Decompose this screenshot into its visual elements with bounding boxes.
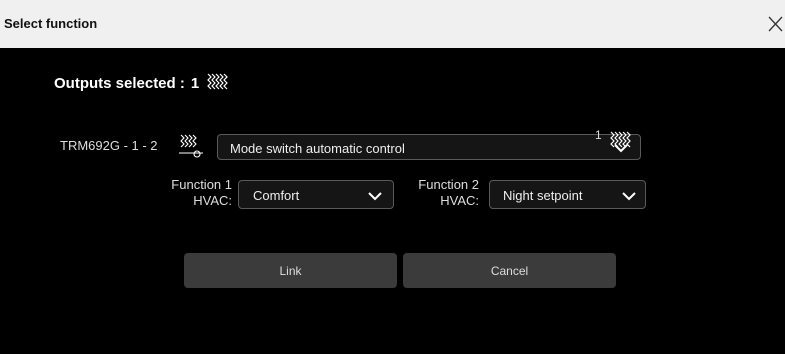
outputs-selected: Outputs selected : 1 (54, 72, 232, 94)
function-1-label-line2: HVAC: (193, 193, 232, 208)
heating-output-icon (177, 134, 207, 160)
device-label: TRM692G - 1 - 2 (60, 138, 158, 153)
mode-function-select[interactable]: Mode switch automatic control (217, 134, 641, 160)
function-1-value: Comfort (253, 188, 300, 203)
function-2-label: Function 2 HVAC: (377, 177, 479, 209)
mode-function-value: Mode switch automatic control (230, 141, 405, 156)
heating-wave-icon (607, 130, 635, 152)
heating-wave-icon (204, 72, 232, 94)
function-2-label-line2: HVAC: (440, 193, 479, 208)
device-row: TRM692G - 1 - 2 Mode switch automatic co… (60, 128, 660, 160)
chevron-down-icon (621, 190, 637, 202)
link-button[interactable]: Link (184, 253, 397, 288)
mode-output-count: 1 (595, 128, 602, 142)
function-1-label-line1: Function 1 (171, 177, 232, 192)
function-1-label: Function 1 HVAC: (130, 177, 232, 209)
outputs-selected-label: Outputs selected : (54, 74, 185, 92)
dialog-titlebar: Select function (0, 0, 785, 48)
function-1-select[interactable]: Comfort (238, 180, 394, 209)
function-2-select[interactable]: Night setpoint (489, 180, 646, 209)
cancel-button[interactable]: Cancel (403, 253, 616, 288)
close-icon[interactable] (767, 14, 785, 34)
function-2-value: Night setpoint (503, 188, 583, 203)
dialog-body: Outputs selected : 1 TRM692G - 1 - 2 Mod… (0, 48, 785, 354)
function-2-label-line1: Function 2 (418, 177, 479, 192)
outputs-selected-count: 1 (190, 74, 200, 92)
dialog-title: Select function (4, 16, 98, 31)
